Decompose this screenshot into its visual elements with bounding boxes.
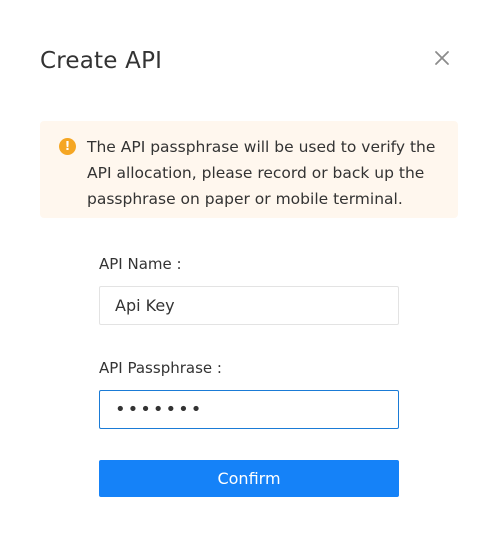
notice-banner: ! The API passphrase will be used to ver… [40, 121, 458, 218]
api-name-label: API Name : [99, 255, 182, 273]
api-passphrase-label: API Passphrase : [99, 359, 222, 377]
warning-icon: ! [59, 138, 76, 155]
api-passphrase-input[interactable] [99, 390, 399, 429]
api-name-input[interactable] [99, 286, 399, 325]
notice-text: The API passphrase will be used to verif… [87, 138, 436, 208]
confirm-button[interactable]: Confirm [99, 460, 399, 497]
close-icon-glyph [435, 51, 449, 65]
dialog-title: Create API [40, 48, 163, 74]
close-icon[interactable] [432, 48, 452, 68]
create-api-dialog: Create API ! The API passphrase will be … [0, 0, 497, 535]
